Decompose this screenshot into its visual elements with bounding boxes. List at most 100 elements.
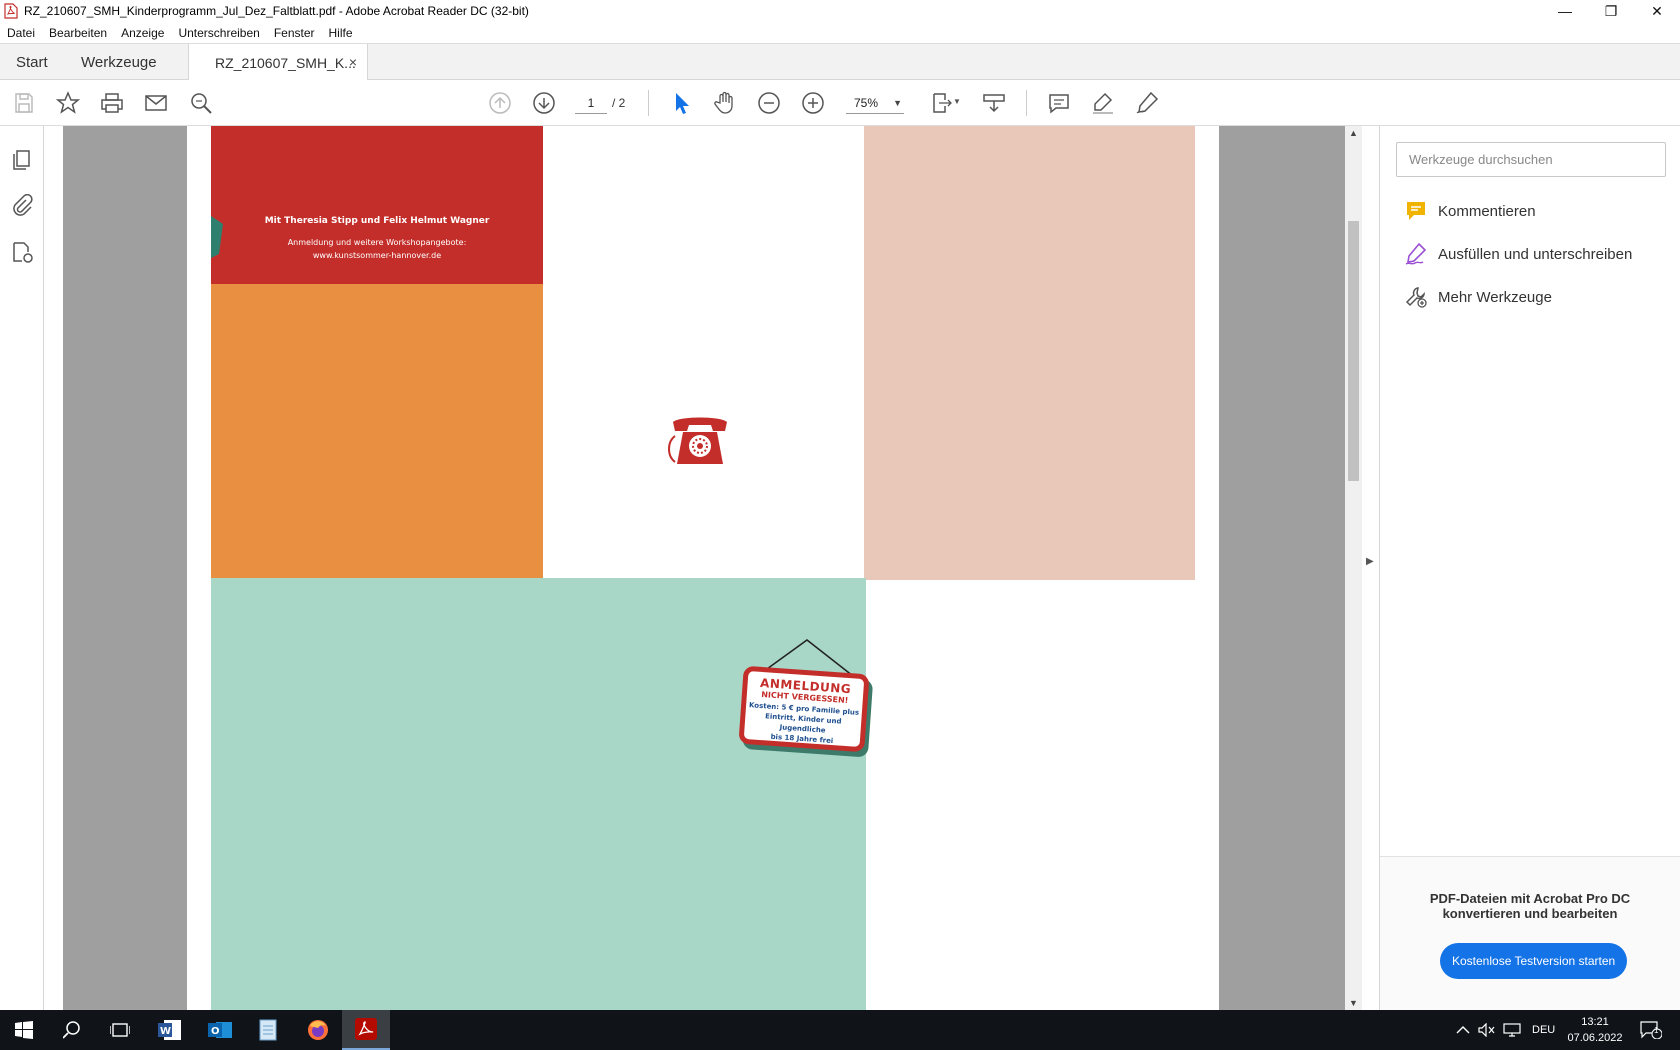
scroll-mode-icon[interactable] <box>980 89 1008 117</box>
hand-tool-icon[interactable] <box>711 89 739 117</box>
workshop-website-link[interactable]: www.kunstsommer-hannover.de <box>211 249 543 262</box>
tab-document-label: RZ_210607_SMH_K... <box>215 54 356 71</box>
search-icon[interactable] <box>48 1010 96 1050</box>
acrobat-pdf-icon <box>4 3 18 19</box>
chevron-down-icon: ▼ <box>893 98 902 108</box>
scrollbar-thumb[interactable] <box>1348 221 1359 481</box>
fit-page-chevron-icon[interactable]: ▼ <box>953 97 961 106</box>
comment-icon <box>1407 202 1425 220</box>
toolbar-divider <box>648 90 649 116</box>
notification-center-icon[interactable]: 1 <box>1640 1010 1662 1050</box>
more-tools-icon <box>1405 287 1427 308</box>
input-language[interactable]: DEU <box>1532 1010 1555 1050</box>
document-viewer[interactable]: Mit Theresia Stipp und Felix Helmut Wagn… <box>44 126 1345 1010</box>
pink-panel <box>864 126 1195 580</box>
tab-tools[interactable]: Werkzeuge <box>81 44 157 80</box>
windows-start-icon[interactable] <box>0 1010 48 1050</box>
select-cursor-icon[interactable] <box>667 89 695 117</box>
outlook-app-icon[interactable]: O <box>196 1010 244 1050</box>
tool-fill-sign[interactable]: Ausfüllen und unterschreiben <box>1404 239 1632 269</box>
toolbar-divider <box>1026 90 1027 116</box>
tool-more-tools[interactable]: Mehr Werkzeuge <box>1404 282 1552 312</box>
clock-time: 13:21 <box>1581 1016 1609 1028</box>
page-number-input[interactable]: 1 <box>575 92 607 114</box>
taskbar-clock[interactable]: 13:21 07.06.2022 <box>1560 1014 1630 1046</box>
save-icon[interactable] <box>10 89 38 117</box>
attachment-icon[interactable] <box>10 193 34 218</box>
pdf-page: Mit Theresia Stipp und Felix Helmut Wagn… <box>187 126 1219 1010</box>
scroll-down-icon[interactable]: ▼ <box>1349 998 1358 1008</box>
comment-icon[interactable] <box>1045 89 1073 117</box>
tool-more-tools-label: Mehr Werkzeuge <box>1438 288 1552 306</box>
menu-unterschreiben[interactable]: Unterschreiben <box>178 26 259 40</box>
email-icon[interactable] <box>142 89 170 117</box>
tool-fill-sign-label: Ausfüllen und unterschreiben <box>1438 245 1633 263</box>
tools-search-input[interactable]: Werkzeuge durchsuchen <box>1396 142 1666 177</box>
red-panel-text: Mit Theresia Stipp und Felix Helmut Wagn… <box>211 216 543 262</box>
print-icon[interactable] <box>98 89 126 117</box>
tab-bar: Start Werkzeuge RZ_210607_SMH_K... × <box>0 43 1680 81</box>
menu-bearbeiten[interactable]: Bearbeiten <box>49 26 107 40</box>
tool-comment[interactable]: Kommentieren <box>1404 196 1536 226</box>
tray-overflow-icon[interactable] <box>1456 1010 1470 1050</box>
task-view-icon[interactable] <box>96 1010 144 1050</box>
zoom-level-value: 75% <box>854 96 879 110</box>
vertical-scrollbar[interactable]: ▲ ▼ <box>1345 126 1362 1010</box>
tab-document[interactable]: RZ_210607_SMH_K... × <box>188 44 368 81</box>
registration-sign: ANMELDUNG NICHT VERGESSEN! Kosten: 5 € p… <box>734 638 874 770</box>
tab-close-icon[interactable]: × <box>349 54 357 70</box>
clock-date: 07.06.2022 <box>1567 1032 1623 1044</box>
zoom-out-icon[interactable] <box>755 89 783 117</box>
search-zoom-icon[interactable] <box>187 89 215 117</box>
network-icon[interactable] <box>1503 1010 1521 1050</box>
tools-pane: Werkzeuge durchsuchen Kommentieren Ausfü… <box>1380 126 1680 1010</box>
page-total: / 2 <box>612 96 626 110</box>
firefox-app-icon[interactable] <box>294 1010 342 1050</box>
notification-count: 1 <box>1654 1026 1659 1035</box>
acrobat-app-icon[interactable] <box>342 1010 390 1050</box>
promo-text: PDF-Dateien mit Acrobat Pro DC konvertie… <box>1380 891 1680 921</box>
viewer-left-gutter <box>44 126 63 1010</box>
restore-button[interactable]: ❐ <box>1588 0 1634 22</box>
close-window-button[interactable]: ✕ <box>1634 0 1680 22</box>
next-page-icon[interactable] <box>530 89 558 117</box>
tool-comment-label: Kommentieren <box>1438 202 1536 220</box>
orange-panel <box>211 284 543 578</box>
page-thumbnails-icon[interactable] <box>10 148 34 172</box>
notepad-app-icon[interactable] <box>244 1010 292 1050</box>
upgrade-promo: PDF-Dateien mit Acrobat Pro DC konvertie… <box>1380 856 1680 1010</box>
document-properties-icon[interactable] <box>10 240 34 264</box>
word-app-icon[interactable]: W <box>146 1010 194 1050</box>
promo-line1: PDF-Dateien mit Acrobat Pro DC <box>1429 891 1631 906</box>
bookmark-star-icon[interactable] <box>54 89 82 117</box>
volume-muted-icon[interactable] <box>1478 1010 1496 1050</box>
sign-pen-icon[interactable] <box>1133 89 1161 117</box>
start-trial-button[interactable]: Kostenlose Testversion starten <box>1440 943 1628 979</box>
menu-bar: Datei Bearbeiten Anzeige Unterschreiben … <box>0 22 1680 43</box>
title-bar: RZ_210607_SMH_Kinderprogramm_Jul_Dez_Fal… <box>0 0 1680 22</box>
sign-board: ANMELDUNG NICHT VERGESSEN! Kosten: 5 € p… <box>738 665 870 753</box>
telephone-icon <box>668 417 727 464</box>
scroll-up-icon[interactable]: ▲ <box>1349 128 1358 138</box>
workshop-registration-text: Anmeldung und weitere Workshopangebote: <box>287 238 467 247</box>
toolbar: 1 / 2 75% ▼ ▼ <box>0 80 1680 126</box>
menu-anzeige[interactable]: Anzeige <box>121 26 164 40</box>
window-title: RZ_210607_SMH_Kinderprogramm_Jul_Dez_Fal… <box>24 4 529 18</box>
zoom-in-icon[interactable] <box>799 89 827 117</box>
highlight-pen-icon[interactable] <box>1089 89 1117 117</box>
menu-fenster[interactable]: Fenster <box>274 26 315 40</box>
left-navigation-pane: ◀ <box>0 126 58 1010</box>
menu-datei[interactable]: Datei <box>7 26 35 40</box>
svg-text:W: W <box>160 1026 171 1037</box>
fit-page-icon[interactable] <box>928 89 956 117</box>
promo-line2: konvertieren und bearbeiten <box>1442 906 1618 921</box>
minimize-button[interactable]: — <box>1542 0 1588 22</box>
right-pane-collapse-icon[interactable]: ▶ <box>1366 556 1374 567</box>
svg-text:O: O <box>211 1026 220 1037</box>
workshop-hosts-text: Mit Theresia Stipp und Felix Helmut Wagn… <box>264 216 490 226</box>
tab-start[interactable]: Start <box>16 44 48 80</box>
previous-page-icon[interactable] <box>486 89 514 117</box>
menu-hilfe[interactable]: Hilfe <box>329 26 353 40</box>
zoom-level-select[interactable]: 75% ▼ <box>846 92 904 114</box>
fill-sign-icon <box>1405 242 1427 265</box>
